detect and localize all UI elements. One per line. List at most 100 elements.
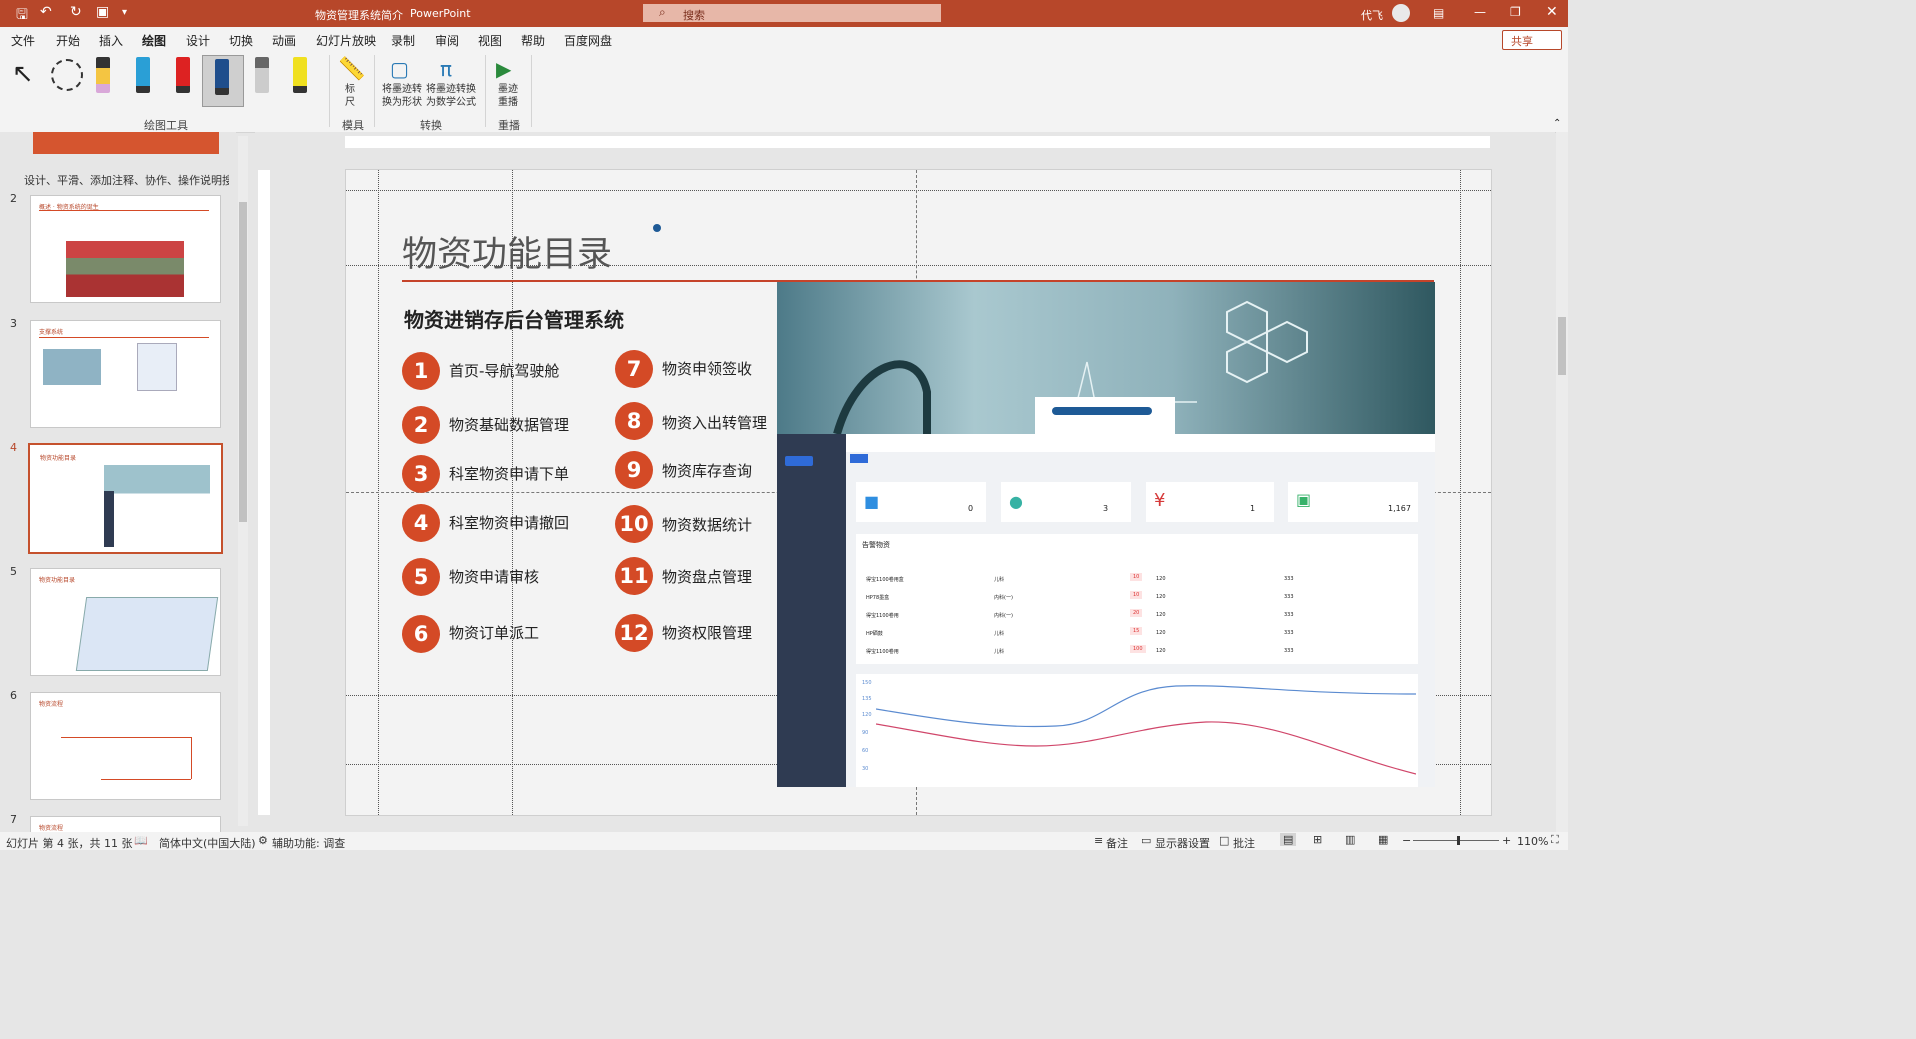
editor-scrollbar[interactable]: [1556, 132, 1568, 832]
pencil-pen-icon[interactable]: [96, 57, 110, 93]
restore-icon[interactable]: ❐: [1510, 5, 1521, 19]
ribbon-display-icon[interactable]: ▤: [1433, 6, 1444, 20]
menu-slideshow[interactable]: 幻灯片放映: [316, 32, 376, 49]
notes-button[interactable]: 备注: [1106, 835, 1128, 851]
scroll-thumb[interactable]: [1558, 317, 1566, 375]
menu-view[interactable]: 视图: [478, 32, 502, 49]
ink-replay-icon[interactable]: ▶: [496, 57, 511, 81]
collapse-ribbon-icon[interactable]: ⌃: [1553, 118, 1561, 129]
close-icon[interactable]: ✕: [1546, 4, 1558, 20]
ink-to-math-icon[interactable]: π: [440, 57, 452, 81]
separator: [531, 55, 532, 127]
shape-handle[interactable]: [653, 224, 661, 232]
slide[interactable]: 物资功能目录 物资进销存后台管理系统 1 首页-导航驾驶舱 2 物资基础数据管理…: [345, 169, 1492, 816]
spellcheck-icon[interactable]: 📖: [134, 834, 148, 847]
function-item[interactable]: 物资申请审核: [449, 566, 539, 587]
function-item[interactable]: 物资订单派工: [449, 622, 539, 643]
menu-file[interactable]: 文件: [11, 32, 35, 49]
zoom-out-icon[interactable]: −: [1402, 834, 1411, 847]
avatar[interactable]: [1392, 4, 1410, 22]
display-icon[interactable]: ▭: [1141, 834, 1151, 847]
menu-animations[interactable]: 动画: [272, 32, 296, 49]
menu-draw[interactable]: 绘图: [142, 32, 167, 53]
display-settings-button[interactable]: 显示器设置: [1155, 835, 1210, 851]
pencil-icon[interactable]: [255, 57, 269, 93]
ink-replay-label[interactable]: 墨迹重播: [496, 83, 520, 109]
menu-help[interactable]: 帮助: [521, 32, 545, 49]
language-status[interactable]: 简体中文(中国大陆): [159, 835, 256, 851]
ink-to-math-label[interactable]: 将墨迹转换为数学公式: [426, 83, 476, 109]
redo-icon[interactable]: ↻: [70, 4, 82, 20]
function-item[interactable]: 物资权限管理: [662, 622, 752, 643]
guide: [346, 190, 1491, 191]
number-circle: 12: [615, 614, 653, 652]
function-item[interactable]: 物资盘点管理: [662, 566, 752, 587]
slide-title[interactable]: 物资功能目录: [402, 226, 612, 277]
stat-card: ● 3: [1001, 482, 1131, 522]
customize-quick-access-icon[interactable]: ▾: [122, 7, 127, 18]
zoom-level[interactable]: 110%: [1517, 835, 1548, 848]
stat-card: ▣ 1,167: [1288, 482, 1418, 522]
save-icon[interactable]: 🖫: [16, 4, 28, 28]
menu-home[interactable]: 开始: [56, 32, 80, 49]
function-item[interactable]: 物资入出转管理: [662, 412, 767, 433]
slide-subtitle[interactable]: 物资进销存后台管理系统: [404, 304, 624, 333]
normal-view-icon[interactable]: ▤: [1280, 833, 1297, 846]
thumbnail-slide-5[interactable]: 物资功能目录: [30, 568, 221, 676]
user-name[interactable]: 代飞: [1361, 7, 1383, 23]
present-icon[interactable]: ▣: [96, 4, 109, 20]
system-screenshot-image[interactable]: ■ 0 ● 3 ¥ 1 ▣ 1,167 告警物资 得宝1100卷用盒 儿科 10…: [777, 282, 1435, 787]
number-circle: 9: [615, 451, 653, 489]
menu-record[interactable]: 录制: [391, 32, 415, 49]
stat-value: 0: [968, 504, 974, 513]
fit-to-window-icon[interactable]: ⛶: [1551, 833, 1559, 847]
minimize-icon[interactable]: —: [1474, 5, 1486, 19]
ruler-label[interactable]: 标尺: [344, 83, 356, 109]
share-button[interactable]: 共享: [1502, 30, 1562, 50]
menu-design[interactable]: 设计: [186, 32, 210, 49]
function-item[interactable]: 科室物资申请撤回: [449, 512, 569, 533]
scroll-thumb[interactable]: [239, 202, 247, 522]
search-box[interactable]: ⌕ 搜索: [643, 4, 941, 22]
zoom-slider-thumb[interactable]: [1457, 836, 1460, 845]
select-cursor-icon[interactable]: ↖: [12, 59, 34, 89]
menu-transitions[interactable]: 切换: [229, 32, 253, 49]
function-item[interactable]: 物资基础数据管理: [449, 414, 569, 435]
thumbnail-slide-7[interactable]: 物资流程: [30, 816, 221, 833]
slide-sorter-icon[interactable]: ⊞: [1313, 833, 1322, 846]
function-item[interactable]: 物资申领签收: [662, 358, 752, 379]
thumbnail-slide-6[interactable]: 物资流程: [30, 692, 221, 800]
menu-baidu[interactable]: 百度网盘: [564, 32, 612, 49]
section-text[interactable]: 设计、平滑、添加注释、协作、操作说明搜...: [24, 172, 229, 188]
function-item[interactable]: 物资数据统计: [662, 514, 752, 535]
function-item[interactable]: 首页-导航驾驶舱: [449, 360, 559, 381]
ruler-icon[interactable]: 📏: [338, 57, 365, 82]
thumbnail-scrollbar[interactable]: [238, 136, 248, 826]
cell-qty: 20: [1130, 609, 1143, 617]
comments-button[interactable]: 批注: [1233, 835, 1255, 851]
zoom-in-icon[interactable]: +: [1502, 834, 1511, 847]
thumbnail-slide-3[interactable]: 支撑系统: [30, 320, 221, 428]
ink-to-shape-label[interactable]: 将墨迹转换为形状: [380, 83, 424, 109]
slideshow-icon[interactable]: ▦: [1378, 833, 1388, 846]
zoom-slider[interactable]: [1413, 836, 1499, 845]
lasso-icon[interactable]: [51, 59, 83, 91]
undo-icon[interactable]: ↶: [40, 4, 52, 20]
thumbnail-1-partial[interactable]: [33, 132, 219, 154]
selected-pen-button[interactable]: [202, 55, 244, 107]
comments-icon[interactable]: □: [1219, 834, 1229, 847]
blue-pen-icon[interactable]: [136, 57, 150, 93]
reading-view-icon[interactable]: ▥: [1345, 833, 1355, 846]
thumbnail-slide-4-selected[interactable]: 物资功能目录: [28, 443, 223, 554]
highlighter-icon[interactable]: [293, 57, 307, 93]
menu-review[interactable]: 审阅: [435, 32, 459, 49]
thumbnail-slide-2[interactable]: 概述 · 物资系统的诞生: [30, 195, 221, 303]
function-item[interactable]: 物资库存查询: [662, 460, 752, 481]
red-pen-icon[interactable]: [176, 57, 190, 93]
menu-insert[interactable]: 插入: [99, 32, 123, 49]
ink-to-shape-icon[interactable]: ▢: [390, 57, 409, 81]
notes-icon[interactable]: ≡: [1094, 834, 1103, 847]
function-item[interactable]: 科室物资申请下单: [449, 463, 569, 484]
accessibility-status[interactable]: 辅助功能: 调查: [272, 835, 345, 851]
accessibility-icon[interactable]: ⚙: [258, 834, 268, 847]
